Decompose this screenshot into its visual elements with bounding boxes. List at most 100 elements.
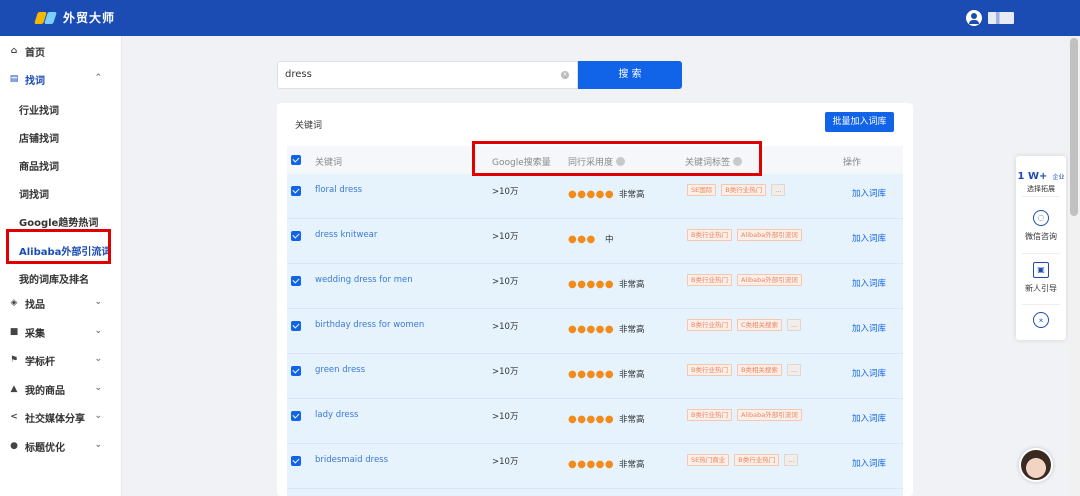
keyword-tags: B类行业热门 Alibaba外部引流词 xyxy=(687,409,802,421)
floating-service-panel: 1 W+ 企业 选择拓展 ◌ 微信咨询 ▣ 新人引导 ⌅ xyxy=(1016,156,1066,340)
keyword-tag: B类行业热门 xyxy=(687,409,732,421)
chevron-down-icon: ⌄ xyxy=(94,354,102,364)
adoption-level: 非常高 xyxy=(619,460,645,470)
highlight-box-nav xyxy=(6,229,111,264)
keyword-link[interactable]: bridesmaid dress xyxy=(315,455,388,465)
keyword-link[interactable]: green dress xyxy=(315,365,365,375)
nav-title-optimize[interactable]: ● 标题优化 ⌄ xyxy=(0,432,122,460)
adoption-level: 中 xyxy=(605,235,614,245)
page-scrollbar[interactable] xyxy=(1068,36,1080,496)
list-icon: ▤ xyxy=(9,74,19,84)
top-bar: 外贸大师 xyxy=(0,0,1080,36)
nav-title-optimize-label: 标题优化 xyxy=(25,442,65,454)
keyword-link[interactable]: lady dress xyxy=(315,410,359,420)
sidebar-item-google-trends[interactable]: Google趋势热词 xyxy=(19,214,98,229)
nav-collect[interactable]: ■ 采集 ⌄ xyxy=(0,318,122,346)
more-tags-button[interactable]: ... xyxy=(786,364,802,376)
app-name: 外贸大师 xyxy=(63,11,116,25)
add-to-library-link[interactable]: 加入词库 xyxy=(852,187,886,199)
adoption-level: 非常高 xyxy=(619,280,645,290)
search-volume: >10万 xyxy=(492,457,519,467)
newbie-guide-button[interactable]: ▣ 新人引导 xyxy=(1016,262,1066,294)
diamond-icon: ◈ xyxy=(10,298,18,308)
adoption-dots-icon: ●●●●● xyxy=(568,369,615,380)
nav-find-words-label: 找词 xyxy=(25,75,45,87)
section-title: 关键词 xyxy=(295,121,323,131)
nav-find-products[interactable]: ◈ 找品 ⌄ xyxy=(0,289,122,317)
keyword-tag: B类相关搜索 xyxy=(736,364,782,376)
nav-find-products-label: 找品 xyxy=(25,299,45,311)
nav-social-share[interactable]: < 社交媒体分享 ⌄ xyxy=(0,403,122,431)
batch-add-button[interactable]: 批量加入词库 xyxy=(825,112,894,132)
keyword-tags: B类行业热门 Alibaba外部引流词 xyxy=(687,229,802,241)
app-logo[interactable]: 外贸大师 xyxy=(34,9,116,26)
nav-home-label: 首页 xyxy=(25,47,45,59)
nav-social-share-label: 社交媒体分享 xyxy=(25,413,85,425)
sidebar-item-word-to-word[interactable]: 词找词 xyxy=(19,186,49,201)
keyword-tag: SE热门商业 xyxy=(687,454,730,466)
th-action: 操作 xyxy=(843,158,862,168)
table-row: green dress >10万 ●●●●● 非常高 B类行业热门 B类相关搜索… xyxy=(287,354,903,399)
table-row: dress knitwear >10万 ●●● 中 B类行业热门 Alibaba… xyxy=(287,219,903,264)
sidebar-item-store-words[interactable]: 店铺找词 xyxy=(19,130,59,145)
keyword-tags: B类行业热门 C类相关搜索 ... xyxy=(687,319,802,331)
add-to-library-link[interactable]: 加入词库 xyxy=(852,367,886,379)
wechat-consult-button[interactable]: ◌ 微信咨询 xyxy=(1016,210,1066,242)
add-to-library-link[interactable]: 加入词库 xyxy=(852,412,886,424)
search-volume: >10万 xyxy=(492,277,519,287)
add-to-library-link[interactable]: 加入词库 xyxy=(852,232,886,244)
row-checkbox[interactable] xyxy=(291,186,301,196)
adoption-dots-icon: ●●● xyxy=(568,234,596,245)
divider xyxy=(1022,196,1060,197)
adoption-level: 非常高 xyxy=(619,190,645,200)
keyword-tags: SE热门商业 B类行业热门 ... xyxy=(687,454,799,466)
adoption-level: 非常高 xyxy=(619,415,645,425)
row-checkbox[interactable] xyxy=(291,321,301,331)
user-menu[interactable] xyxy=(966,10,1014,26)
user-avatar-icon[interactable] xyxy=(966,10,982,26)
scrollbar-thumb[interactable] xyxy=(1070,38,1078,216)
guide-icon: ▣ xyxy=(1033,262,1049,278)
more-tags-button[interactable]: ... xyxy=(787,319,802,331)
fp-enterprise-label: 选择拓展 xyxy=(1027,185,1055,193)
row-checkbox[interactable] xyxy=(291,231,301,241)
fp-enterprise[interactable]: 1 W+ 企业 选择拓展 xyxy=(1016,164,1066,194)
chevron-down-icon: ⌄ xyxy=(94,383,102,393)
keyword-link[interactable]: floral dress xyxy=(315,185,362,195)
nav-benchmark[interactable]: ⚑ 学标杆 ⌄ xyxy=(0,346,122,374)
keyword-link[interactable]: wedding dress for men xyxy=(315,275,413,285)
search-button[interactable]: 搜 索 xyxy=(578,61,682,89)
keyword-tags: SE国际 B类行业热门 ... xyxy=(687,184,786,196)
row-checkbox[interactable] xyxy=(291,366,301,376)
row-checkbox[interactable] xyxy=(291,456,301,466)
nav-find-words[interactable]: ▤ 找词 ⌃ xyxy=(0,65,122,93)
keyword-link[interactable]: birthday dress for women xyxy=(315,320,424,330)
select-all-checkbox[interactable] xyxy=(291,155,301,165)
flag-icon: ⚑ xyxy=(9,355,19,365)
adoption-dots-icon: ●●●●● xyxy=(568,279,615,290)
more-tags-button[interactable]: ... xyxy=(771,184,786,196)
sidebar-item-industry-words[interactable]: 行业找词 xyxy=(19,102,59,117)
keyword-tag: Alibaba外部引流词 xyxy=(736,229,802,241)
nav-home[interactable]: ⌂ 首页 xyxy=(0,37,122,65)
keyword-tag: C类相关搜索 xyxy=(736,319,783,331)
add-to-library-link[interactable]: 加入词库 xyxy=(852,322,886,334)
add-to-library-link[interactable]: 加入词库 xyxy=(852,277,886,289)
adoption-dots-icon: ●●●●● xyxy=(568,189,615,200)
row-checkbox[interactable] xyxy=(291,411,301,421)
sidebar-item-product-words[interactable]: 商品找词 xyxy=(19,158,59,173)
keyword-link[interactable]: dress knitwear xyxy=(315,230,377,240)
nav-my-products[interactable]: ▲ 我的商品 ⌄ xyxy=(0,375,122,403)
clear-icon[interactable]: × xyxy=(561,71,569,79)
add-to-library-link[interactable]: 加入词库 xyxy=(852,457,886,469)
highlight-box-header xyxy=(472,141,762,176)
keyword-tag: B类行业热门 xyxy=(734,454,780,466)
customer-service-avatar[interactable] xyxy=(1019,448,1053,482)
row-checkbox[interactable] xyxy=(291,276,301,286)
keyword-tag: Alibaba外部引流词 xyxy=(736,274,802,286)
search-input[interactable]: dress × xyxy=(277,61,578,89)
back-to-top-button[interactable]: ⌅ xyxy=(1016,312,1066,328)
share-icon: < xyxy=(10,412,18,422)
sidebar-item-my-library[interactable]: 我的词库及排名 xyxy=(19,271,89,286)
more-tags-button[interactable]: ... xyxy=(784,454,799,466)
